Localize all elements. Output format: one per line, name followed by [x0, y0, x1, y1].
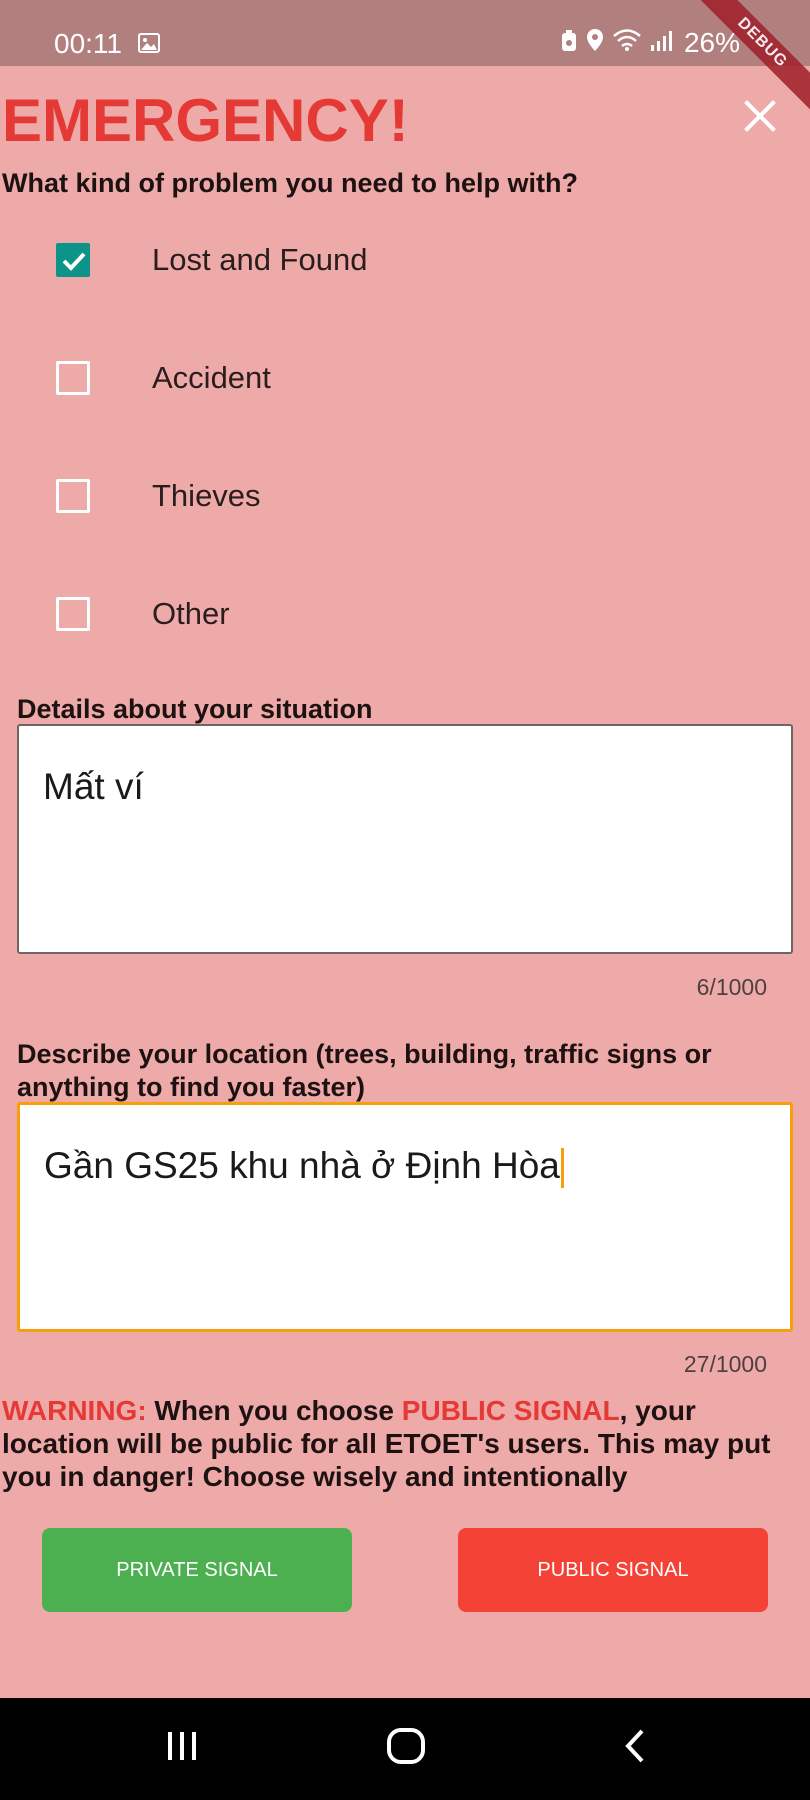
location-icon [586, 27, 604, 59]
option-accident[interactable]: Accident [56, 360, 656, 400]
option-label: Accident [152, 360, 271, 395]
checkbox-unchecked[interactable] [56, 597, 90, 631]
status-time: 00:11 [54, 28, 122, 59]
problem-question: What kind of problem you need to help wi… [2, 168, 578, 198]
location-label: Describe your location (trees, building,… [17, 1038, 712, 1104]
navigation-bar [0, 1698, 810, 1800]
status-bar: 00:11 26% DEBUG [0, 0, 810, 123]
public-signal-button[interactable]: PUBLIC SIGNAL [458, 1528, 768, 1612]
option-lost-and-found[interactable]: Lost and Found [56, 242, 656, 282]
warning-highlight: PUBLIC SIGNAL [401, 1395, 620, 1426]
warning-message: WARNING: When you choose PUBLIC SIGNAL, … [2, 1394, 802, 1493]
status-icons: 26% [560, 27, 740, 59]
option-label: Lost and Found [152, 242, 368, 277]
home-icon[interactable] [386, 1728, 426, 1769]
warning-prefix: WARNING: [2, 1395, 147, 1426]
signal-icon [650, 27, 672, 59]
option-thieves[interactable]: Thieves [56, 478, 656, 518]
private-signal-button[interactable]: PRIVATE SIGNAL [42, 1528, 352, 1612]
recent-apps-icon[interactable] [164, 1728, 200, 1769]
location-value: Gần GS25 khu nhà ở Định Hòa [44, 1145, 560, 1186]
wifi-icon [612, 27, 642, 59]
text-caret [560, 1148, 564, 1189]
option-label: Other [152, 596, 230, 631]
option-label: Thieves [152, 478, 261, 513]
checkbox-checked[interactable] [56, 243, 90, 277]
details-textarea[interactable]: Mất ví [17, 724, 793, 954]
checkbox-unchecked[interactable] [56, 479, 90, 513]
page-title: EMERGENCY! [2, 87, 409, 154]
close-icon [744, 100, 776, 132]
location-textarea[interactable]: Gần GS25 khu nhà ở Định Hòa [17, 1102, 793, 1332]
location-label-line1: Describe your location (trees, building,… [17, 1039, 712, 1069]
location-char-counter: 27/1000 [683, 1351, 767, 1377]
location-label-line2: anything to find you faster) [17, 1072, 365, 1102]
details-label: Details about your situation [17, 694, 373, 724]
check-icon [62, 252, 86, 271]
close-button[interactable] [744, 100, 776, 132]
recycle-icon [560, 27, 578, 59]
details-value: Mất ví [43, 766, 144, 807]
checkbox-unchecked[interactable] [56, 361, 90, 395]
details-char-counter: 6/1000 [696, 974, 767, 1000]
warning-text-1: When you choose [146, 1395, 402, 1426]
back-icon[interactable] [620, 1728, 650, 1769]
option-other[interactable]: Other [56, 596, 656, 636]
gallery-icon [138, 33, 160, 58]
